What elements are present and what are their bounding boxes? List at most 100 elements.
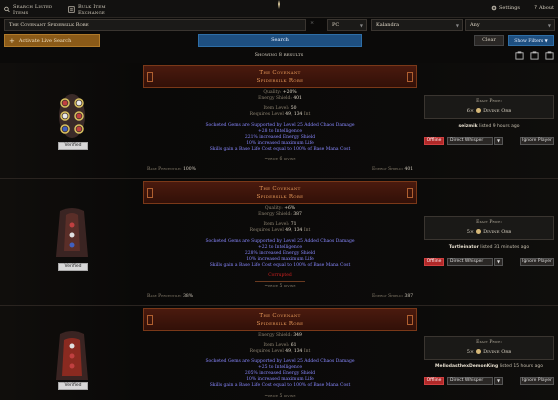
robe-item-icon xyxy=(56,331,88,380)
energy-shield-footer: Energy Shield: 387 xyxy=(372,294,414,299)
result-row: Verified The Covenant Spidersilk Robe Qu… xyxy=(0,63,558,178)
search-filter-row: The Covenant Spidersilk Robe × PC ▼ Kala… xyxy=(0,19,558,31)
verified-badge: Verified xyxy=(58,382,88,390)
item-header: The Covenant Spidersilk Robe xyxy=(143,65,417,88)
item-base: Spidersilk Robe xyxy=(256,321,304,327)
energy-shield-line: Energy Shield: 349 xyxy=(258,333,302,338)
grid-view-icon[interactable] xyxy=(515,51,524,60)
price-value: 5× Divine Orb xyxy=(466,229,512,235)
show-filters-button[interactable]: Show Filters ▼ xyxy=(508,35,554,46)
view-options xyxy=(515,51,554,60)
tab-label: Bulk Item Exchange xyxy=(77,3,106,16)
ignore-player-button[interactable]: Ignore Player xyxy=(520,258,554,266)
direct-whisper-button[interactable]: Direct Whisper xyxy=(447,137,493,145)
clear-item-icon[interactable]: × xyxy=(310,20,314,26)
results-count: Showing 8 results xyxy=(254,52,304,58)
tab-search-listed-items[interactable]: Search Listed Items xyxy=(4,3,62,16)
item-base: Spidersilk Robe xyxy=(256,78,304,84)
divine-orb-icon xyxy=(476,349,482,354)
search-icon xyxy=(4,6,10,13)
direct-whisper-button[interactable]: Direct Whisper xyxy=(447,258,493,266)
live-search-label: Activate Live Search xyxy=(18,37,72,44)
robe-item-icon xyxy=(56,208,88,257)
offline-badge: Offline xyxy=(424,377,444,385)
item-image[interactable] xyxy=(50,91,94,143)
mod-line: Skills gain a Base Life Cost equal to 10… xyxy=(209,263,351,268)
energy-shield-footer: Energy Shield: 401 xyxy=(372,167,414,172)
about-link[interactable]: ? About xyxy=(534,5,554,11)
price-note: ~price 5 divine xyxy=(264,394,296,399)
exact-price-label: Exact Price: xyxy=(476,220,502,225)
top-nav-bar: Search Listed Items Bulk Item Exchange S… xyxy=(0,0,558,18)
status-select[interactable]: Any ▼ xyxy=(465,19,555,31)
divine-orb-icon xyxy=(476,229,482,234)
listing-actions: Offline Direct Whisper ▼ Ignore Player xyxy=(424,137,554,145)
whisper-dropdown-icon[interactable]: ▼ xyxy=(494,137,503,145)
offline-badge: Offline xyxy=(424,258,444,266)
platform-value: PC xyxy=(332,22,340,28)
listing-actions: Offline Direct Whisper ▼ Ignore Player xyxy=(424,258,554,266)
seller-info: MellodasthexDemonKing listed 15 hours ag… xyxy=(435,364,543,369)
requirements-line: Requires Level 49, 134 Int xyxy=(249,112,311,117)
chevron-down-icon: ▼ xyxy=(359,23,363,28)
price-value: 6× Divine Orb xyxy=(466,108,512,114)
exact-price-label: Exact Price: xyxy=(476,340,502,345)
logo-icon xyxy=(278,0,280,9)
verified-badge: Verified xyxy=(58,263,88,271)
price-note: ~price 6 divine xyxy=(264,157,296,162)
item-base: Spidersilk Robe xyxy=(256,194,304,200)
requirements-line: Requires Level 49, 134 Int xyxy=(249,349,311,354)
platform-select[interactable]: PC ▼ xyxy=(327,19,367,31)
whisper-dropdown-icon[interactable]: ▼ xyxy=(494,377,503,385)
mod-line: Skills gain a Base Life Cost equal to 10… xyxy=(209,383,351,388)
direct-whisper-button[interactable]: Direct Whisper xyxy=(447,377,493,385)
result-row: Verified The Covenant Spidersilk Robe Qu… xyxy=(0,179,558,305)
chevron-down-icon: ▼ xyxy=(455,23,459,28)
whisper-dropdown-icon[interactable]: ▼ xyxy=(494,258,503,266)
price-note: ~price 5 divine xyxy=(264,284,296,289)
item-name: The Covenant xyxy=(259,70,301,76)
exact-price-box: Exact Price: 5× Divine Orb xyxy=(424,336,554,360)
clear-button[interactable]: Clear xyxy=(474,35,504,46)
activate-live-search-button[interactable]: + Activate Live Search xyxy=(4,34,100,47)
item-header: The Covenant Spidersilk Robe xyxy=(143,308,417,331)
exact-price-box: Exact Price: 6× Divine Orb xyxy=(424,95,554,119)
action-row: + Activate Live Search Search Clear Show… xyxy=(0,34,558,47)
offline-badge: Offline xyxy=(424,137,444,145)
energy-shield-line: Energy Shield: 401 xyxy=(258,96,302,101)
corrupted-label: Corrupted xyxy=(268,273,292,278)
energy-shield-line: Energy Shield: 387 xyxy=(258,212,302,217)
seller-name[interactable]: MellodasthexDemonKing xyxy=(435,364,498,369)
tab-bulk-item-exchange[interactable]: Bulk Item Exchange xyxy=(68,3,134,16)
divine-orb-icon xyxy=(476,108,482,113)
settings-link[interactable]: Settings xyxy=(491,5,520,11)
settings-label: Settings xyxy=(499,5,520,11)
league-select[interactable]: Kalandra ▼ xyxy=(371,19,463,31)
base-percentile: Base Percentile: 38% xyxy=(147,294,194,299)
item-name: The Covenant xyxy=(259,186,301,192)
ignore-player-button[interactable]: Ignore Player xyxy=(520,377,554,385)
site-logo xyxy=(272,0,286,9)
listing-actions: Offline Direct Whisper ▼ Ignore Player xyxy=(424,377,554,385)
help-icon: ? xyxy=(534,5,537,11)
seller-info: seizmik listed 9 hours ago xyxy=(458,124,520,129)
ignore-player-button[interactable]: Ignore Player xyxy=(520,137,554,145)
search-button[interactable]: Search xyxy=(198,34,362,47)
league-value: Kalandra xyxy=(376,22,400,28)
seller-name[interactable]: seizmik xyxy=(459,124,478,129)
compact-view-icon[interactable] xyxy=(545,51,554,60)
list-view-icon[interactable] xyxy=(530,51,539,60)
plus-icon: + xyxy=(9,36,15,45)
chevron-down-icon: ▼ xyxy=(544,38,548,43)
item-image[interactable] xyxy=(50,330,94,384)
item-search-value: The Covenant Spidersilk Robe xyxy=(9,22,89,28)
seller-name[interactable]: Turtleinator xyxy=(449,245,479,250)
price-value: 5× Divine Orb xyxy=(466,349,512,355)
separator xyxy=(255,281,305,282)
requirements-line: Requires Level 49, 134 Int xyxy=(249,228,311,233)
item-search-input[interactable]: The Covenant Spidersilk Robe xyxy=(4,19,306,31)
item-image[interactable] xyxy=(50,207,94,263)
result-row: Verified The Covenant Spidersilk Robe En… xyxy=(0,306,558,400)
tab-label: Search Listed Items xyxy=(13,3,53,16)
mod-line: Skills gain a Base Life Cost equal to 10… xyxy=(209,147,351,152)
